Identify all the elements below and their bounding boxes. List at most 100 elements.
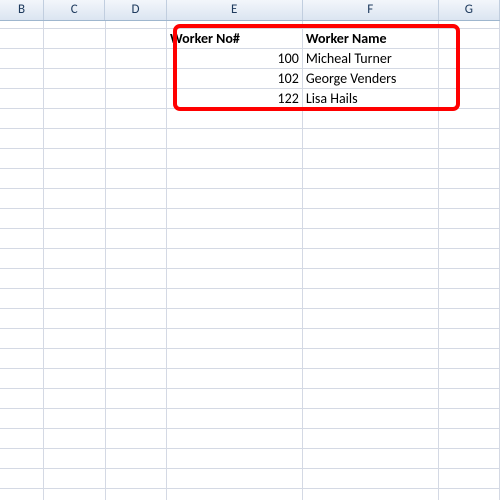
- cell[interactable]: [106, 69, 167, 89]
- cell[interactable]: [106, 329, 167, 349]
- column-header-F[interactable]: F: [303, 0, 439, 20]
- cell[interactable]: [439, 349, 500, 369]
- cell[interactable]: [167, 369, 303, 389]
- cell[interactable]: [439, 49, 500, 69]
- cell[interactable]: [167, 269, 303, 289]
- cell[interactable]: [106, 309, 167, 329]
- cell[interactable]: [44, 289, 105, 309]
- cell[interactable]: [303, 489, 439, 500]
- cell[interactable]: [44, 469, 105, 489]
- cell[interactable]: [0, 229, 44, 249]
- cell[interactable]: [106, 49, 167, 69]
- cell[interactable]: [303, 329, 439, 349]
- column-header-D[interactable]: D: [105, 0, 166, 20]
- cell[interactable]: [44, 229, 105, 249]
- cell[interactable]: [0, 49, 44, 69]
- cell[interactable]: [0, 249, 44, 269]
- cell[interactable]: [0, 169, 44, 189]
- cell-header-worker-no[interactable]: Worker No#: [167, 29, 303, 49]
- cell[interactable]: [303, 229, 439, 249]
- cell-worker-name[interactable]: Lisa Hails: [303, 89, 439, 109]
- cell[interactable]: [106, 409, 167, 429]
- cell[interactable]: [167, 489, 303, 500]
- cell[interactable]: [303, 349, 439, 369]
- cell[interactable]: [439, 69, 500, 89]
- cell[interactable]: [106, 21, 167, 29]
- cell[interactable]: [44, 449, 105, 469]
- cell[interactable]: [439, 149, 500, 169]
- cell[interactable]: [44, 109, 105, 129]
- cell[interactable]: [106, 449, 167, 469]
- cell[interactable]: [303, 109, 439, 129]
- cell[interactable]: [106, 109, 167, 129]
- cell[interactable]: [167, 21, 303, 29]
- cell[interactable]: [167, 229, 303, 249]
- cell-worker-no[interactable]: 102: [167, 69, 303, 89]
- cell[interactable]: [44, 129, 105, 149]
- cell[interactable]: [439, 449, 500, 469]
- cell[interactable]: [439, 21, 500, 29]
- cell[interactable]: [44, 309, 105, 329]
- cell[interactable]: [439, 229, 500, 249]
- cell[interactable]: [439, 489, 500, 500]
- cell[interactable]: [439, 429, 500, 449]
- cell[interactable]: [0, 429, 44, 449]
- cell[interactable]: [303, 449, 439, 469]
- cell[interactable]: [44, 429, 105, 449]
- cell[interactable]: [106, 249, 167, 269]
- cell-worker-no[interactable]: 100: [167, 49, 303, 69]
- cell[interactable]: [106, 229, 167, 249]
- cell[interactable]: [303, 289, 439, 309]
- column-header-G[interactable]: G: [439, 0, 500, 20]
- cell[interactable]: [44, 29, 105, 49]
- cell[interactable]: [167, 249, 303, 269]
- cell[interactable]: [44, 189, 105, 209]
- cell[interactable]: [44, 249, 105, 269]
- cell[interactable]: [44, 89, 105, 109]
- cell[interactable]: [439, 389, 500, 409]
- cell[interactable]: [0, 349, 44, 369]
- cell[interactable]: [0, 389, 44, 409]
- cell[interactable]: [439, 469, 500, 489]
- cell-worker-name[interactable]: Micheal Turner: [303, 49, 439, 69]
- cell[interactable]: [0, 189, 44, 209]
- cell[interactable]: [106, 89, 167, 109]
- column-header-B[interactable]: B: [0, 0, 44, 20]
- cell[interactable]: [439, 409, 500, 429]
- cell[interactable]: [106, 189, 167, 209]
- cell[interactable]: [167, 469, 303, 489]
- cell[interactable]: [303, 369, 439, 389]
- cell[interactable]: [0, 309, 44, 329]
- cell[interactable]: [303, 409, 439, 429]
- cell[interactable]: [303, 209, 439, 229]
- cell[interactable]: [167, 189, 303, 209]
- cell[interactable]: [106, 29, 167, 49]
- cell[interactable]: [0, 489, 44, 500]
- cell[interactable]: [44, 409, 105, 429]
- cell[interactable]: [303, 429, 439, 449]
- cell[interactable]: [0, 269, 44, 289]
- cell[interactable]: [439, 89, 500, 109]
- cell[interactable]: [303, 189, 439, 209]
- cell[interactable]: [0, 369, 44, 389]
- cell[interactable]: [167, 349, 303, 369]
- cell[interactable]: [44, 369, 105, 389]
- cell[interactable]: [167, 209, 303, 229]
- cell[interactable]: [106, 389, 167, 409]
- cell[interactable]: [44, 269, 105, 289]
- cell-worker-no[interactable]: 122: [167, 89, 303, 109]
- cell[interactable]: [0, 469, 44, 489]
- cell[interactable]: [106, 289, 167, 309]
- cell[interactable]: [0, 289, 44, 309]
- cell[interactable]: [439, 129, 500, 149]
- cell[interactable]: [167, 129, 303, 149]
- cell[interactable]: [303, 129, 439, 149]
- cell[interactable]: [439, 209, 500, 229]
- cell[interactable]: [303, 169, 439, 189]
- cell[interactable]: [439, 249, 500, 269]
- cell[interactable]: [167, 449, 303, 469]
- cell[interactable]: [0, 329, 44, 349]
- cell[interactable]: [303, 21, 439, 29]
- cell[interactable]: [44, 21, 105, 29]
- cell[interactable]: [106, 489, 167, 500]
